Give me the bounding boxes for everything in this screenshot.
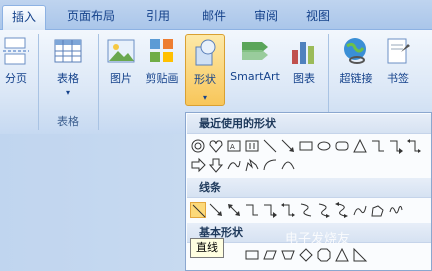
smartart-button[interactable]: SmartArt	[228, 34, 282, 98]
tab-references[interactable]: 引用	[136, 5, 180, 30]
clipart-button[interactable]: 剪贴画	[142, 34, 182, 98]
down-arrow-shape-icon[interactable]	[208, 157, 224, 173]
picture-label: 图片	[110, 72, 132, 85]
elbow-arrow-connector-shape-icon[interactable]	[388, 138, 404, 154]
hyperlink-button[interactable]: 超链接	[334, 34, 378, 98]
vertical-textbox-shape-icon[interactable]	[244, 138, 260, 154]
freeform-shape-icon[interactable]	[370, 202, 386, 218]
page-break-icon	[1, 36, 31, 66]
lines-header: 线条	[187, 178, 431, 198]
watermark-text: 电子发烧友	[285, 232, 351, 247]
smartart-label: SmartArt	[230, 70, 280, 83]
oval-shape-icon[interactable]	[316, 138, 332, 154]
page-break-label: 分页	[5, 72, 27, 85]
table-label: 表格	[57, 72, 79, 85]
picture-button[interactable]: 图片	[104, 34, 138, 98]
tab-review[interactable]: 审阅	[244, 5, 288, 30]
rectangle-shape-icon[interactable]	[298, 138, 314, 154]
double-arrow-line-shape-icon[interactable]	[226, 202, 242, 218]
chevron-down-icon: ▾	[202, 93, 207, 102]
basic-shapes-row	[188, 246, 430, 264]
scribble-shape-icon[interactable]	[388, 202, 404, 218]
ribbon-tab-bar: 插入 页面布局 引用 邮件 审阅 视图	[0, 0, 432, 30]
triangle-shape-icon[interactable]	[334, 247, 350, 263]
arrow-line-shape-icon[interactable]	[280, 138, 296, 154]
group-separator	[38, 34, 39, 130]
bookmark-icon	[383, 36, 413, 66]
curved-line-shape-icon[interactable]	[280, 157, 296, 173]
hyperlink-icon	[341, 36, 371, 66]
lines-row	[188, 201, 430, 219]
rectangle-shape-icon[interactable]	[244, 247, 260, 263]
trapezoid-shape-icon[interactable]	[280, 247, 296, 263]
elbow-connector-shape-icon[interactable]	[244, 202, 260, 218]
arrow-line-shape-icon[interactable]	[208, 202, 224, 218]
elbow-arrow-connector-shape-icon[interactable]	[262, 202, 278, 218]
elbow-double-arrow-shape-icon[interactable]	[406, 138, 422, 154]
octagon-shape-icon[interactable]	[316, 247, 332, 263]
curved-connector-shape-icon[interactable]	[298, 202, 314, 218]
curved-arrow-connector-shape-icon[interactable]	[316, 202, 332, 218]
smartart-icon	[240, 36, 270, 66]
document-page	[0, 134, 190, 271]
page-break-button[interactable]: 分页	[0, 34, 32, 98]
shapes-button[interactable]: 形状 ▾	[185, 34, 225, 106]
heart-shape-icon[interactable]	[208, 138, 224, 154]
triangle-shape-icon[interactable]	[352, 138, 368, 154]
elbow-double-arrow-shape-icon[interactable]	[280, 202, 296, 218]
rounded-rectangle-shape-icon[interactable]	[334, 138, 350, 154]
bookmark-label: 书签	[387, 72, 409, 85]
diamond-shape-icon[interactable]	[298, 247, 314, 263]
straight-line-shape-icon[interactable]	[190, 202, 206, 218]
curved-double-arrow-shape-icon[interactable]	[334, 202, 350, 218]
chevron-down-icon: ▾	[65, 88, 70, 97]
bookmark-button[interactable]: 书签	[380, 34, 416, 98]
shapes-label: 形状	[194, 73, 216, 86]
recent-shapes-row: A	[188, 137, 430, 155]
recent-shapes-header: 最近使用的形状	[187, 114, 431, 134]
tab-mailings[interactable]: 邮件	[192, 5, 236, 30]
tab-insert[interactable]: 插入	[2, 5, 46, 30]
group-separator	[98, 34, 99, 130]
group-label-tables: 表格	[57, 115, 79, 128]
table-icon	[53, 36, 83, 66]
textbox-shape-icon[interactable]: A	[226, 138, 242, 154]
table-button[interactable]: 表格 ▾	[46, 34, 90, 98]
clipart-icon	[147, 36, 177, 66]
ring-shape-icon[interactable]	[190, 138, 206, 154]
chart-label: 图表	[293, 72, 315, 85]
tab-page-layout[interactable]: 页面布局	[58, 5, 124, 30]
parallelogram-shape-icon[interactable]	[262, 247, 278, 263]
curve-shape-icon[interactable]	[352, 202, 368, 218]
arc-shape-icon[interactable]	[262, 157, 278, 173]
chart-icon	[289, 36, 319, 66]
recent-shapes-row	[188, 156, 430, 174]
picture-icon	[106, 36, 136, 66]
curve-shape-icon[interactable]	[226, 157, 242, 173]
hyperlink-label: 超链接	[339, 72, 373, 85]
chart-button[interactable]: 图表	[286, 34, 322, 98]
right-triangle-shape-icon[interactable]	[352, 247, 368, 263]
tab-view[interactable]: 视图	[296, 5, 340, 30]
line-tooltip: 直线	[190, 238, 224, 258]
elbow-connector-shape-icon[interactable]	[370, 138, 386, 154]
right-arrow-shape-icon[interactable]	[190, 157, 206, 173]
clipart-label: 剪贴画	[145, 72, 179, 85]
freeform-shape-icon[interactable]	[244, 157, 260, 173]
svg-text:A: A	[230, 143, 235, 151]
shapes-icon	[190, 37, 220, 67]
line-shape-icon[interactable]	[262, 138, 278, 154]
